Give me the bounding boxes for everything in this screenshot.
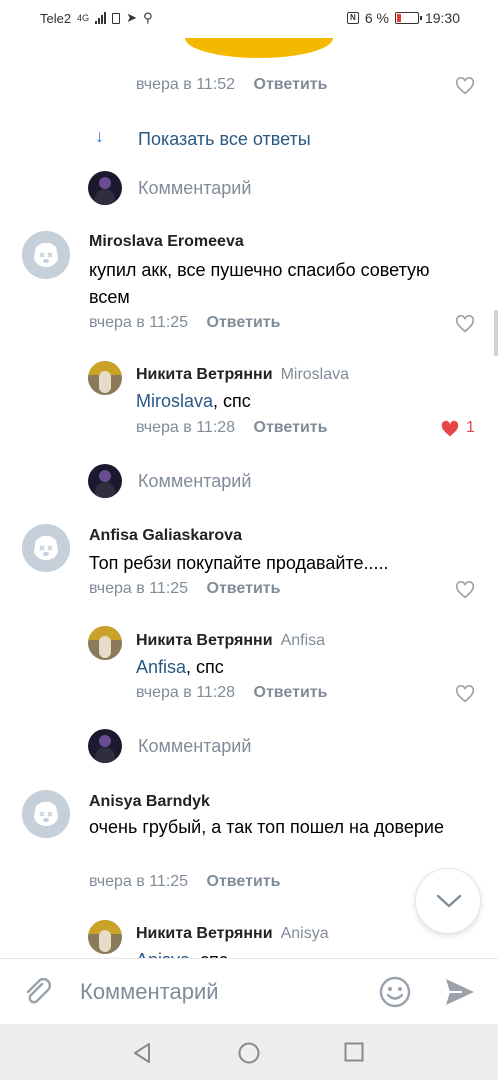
like-icon[interactable] — [455, 581, 475, 599]
comment-prompt[interactable]: Комментарий — [138, 471, 251, 492]
status-left: Tele2 4G ➤ ⚲ — [40, 10, 153, 26]
attach-icon[interactable] — [22, 976, 54, 1013]
search-icon: ⚲ — [143, 10, 153, 25]
avatar[interactable] — [22, 790, 70, 838]
reply-button[interactable]: Ответить — [254, 684, 328, 701]
scrollbar[interactable] — [494, 310, 498, 356]
scroll-down-button[interactable] — [415, 868, 481, 934]
battery-icon — [394, 12, 422, 24]
reply-author[interactable]: Никита Ветрянни — [136, 632, 273, 649]
emoji-icon[interactable] — [378, 975, 412, 1014]
comment-text: Топ ребзи покупайте продавайте..... — [89, 553, 389, 573]
avatar — [88, 729, 122, 763]
comment-meta: вчера в 11:25 Ответить — [89, 580, 280, 598]
reply-author[interactable]: Никита Ветрянни — [136, 925, 273, 942]
reply-author-line: Никита Ветрянни Miroslava — [136, 366, 349, 384]
comment-meta: вчера в 11:25 Ответить — [89, 873, 280, 891]
mention-link[interactable]: Anfisa — [136, 657, 186, 677]
avatar[interactable] — [88, 361, 122, 395]
reply-button[interactable]: Ответить — [207, 580, 281, 597]
reply-text: Miroslava, спс — [136, 391, 251, 412]
comment-prompt[interactable]: Комментарий — [138, 736, 251, 757]
reply-text: Anfisa, спс — [136, 657, 224, 678]
battery-percent: 6 % — [364, 10, 389, 26]
comment-prompt[interactable]: Комментарий — [138, 178, 251, 199]
reply-button[interactable]: Ответить — [254, 76, 328, 93]
status-right: N 6 % 19:30 — [346, 10, 460, 26]
mention-link[interactable]: Miroslava — [136, 391, 213, 411]
show-all-replies-link[interactable]: Показать все ответы — [138, 129, 311, 150]
reply-recipient: Miroslava — [280, 366, 350, 383]
avatar — [88, 171, 122, 205]
comment-composer — [0, 958, 498, 1024]
nfc-icon: N — [346, 12, 359, 24]
comment-meta: вчера в 11:52 Ответить — [136, 76, 327, 94]
comment-author[interactable]: Anisya Barndyk — [89, 793, 210, 811]
comment-text: очень грубый, а так топ пошел на доверие — [89, 817, 444, 837]
comment-time: вчера в 11:25 — [89, 873, 189, 890]
like-icon[interactable] — [455, 685, 475, 703]
avatar[interactable] — [88, 626, 122, 660]
comment-input[interactable] — [80, 975, 360, 1009]
like-icon[interactable] — [455, 315, 475, 333]
like-count: 1 — [466, 419, 475, 436]
liked-heart-icon[interactable] — [440, 420, 460, 438]
reply-text: Anisya, спс — [136, 950, 228, 958]
reply-recipient: Anisya — [280, 925, 329, 942]
back-icon[interactable] — [132, 1042, 152, 1069]
reply-body: , спс — [190, 950, 228, 958]
clock: 19:30 — [424, 10, 460, 26]
comment-meta: вчера в 11:28 Ответить — [136, 684, 327, 702]
comment-author[interactable]: Anfisa Galiaskarova — [89, 527, 242, 545]
reply-author-line: Никита Ветрянни Anfisa — [136, 632, 325, 650]
system-nav-bar — [0, 1024, 498, 1080]
signal-icon — [95, 12, 107, 24]
reply-author-line: Никита Ветрянни Anisya — [136, 925, 329, 943]
home-icon[interactable] — [238, 1042, 260, 1069]
send-icon[interactable] — [444, 977, 476, 1012]
comment-meta: вчера в 11:25 Ответить — [89, 314, 280, 332]
comment-time: вчера в 11:25 — [89, 580, 189, 597]
sim-icon — [112, 12, 121, 24]
reply-button[interactable]: Ответить — [207, 873, 281, 890]
network-type-label: 4G — [77, 12, 90, 23]
avatar[interactable] — [88, 920, 122, 954]
comment-time: вчера в 11:52 — [136, 76, 236, 93]
avatar[interactable] — [22, 231, 70, 279]
comment-time: вчера в 11:25 — [89, 314, 189, 331]
carrier-label: Tele2 — [40, 10, 72, 26]
reply-button[interactable]: Ответить — [207, 314, 281, 331]
comment-time: вчера в 11:28 — [136, 419, 236, 436]
mention-link[interactable]: Anisya — [136, 950, 190, 958]
status-bar: Tele2 4G ➤ ⚲ N 6 % 19:30 — [0, 0, 498, 38]
reply-body: , спс — [213, 391, 251, 411]
reply-author[interactable]: Никита Ветрянни — [136, 366, 273, 383]
arrow-down-icon: ↓ — [95, 126, 104, 146]
avatar — [88, 464, 122, 498]
telegram-icon: ➤ — [126, 10, 137, 25]
comment-time: вчера в 11:28 — [136, 684, 236, 701]
post-image-fragment — [185, 38, 333, 58]
chevron-down-icon — [436, 894, 462, 908]
comment-author[interactable]: Miroslava Eromeeva — [89, 233, 244, 251]
reply-body: , спс — [186, 657, 224, 677]
like-icon[interactable] — [455, 77, 475, 95]
comment-text: купил акк, все пушечно спасибо советую в… — [89, 260, 430, 307]
recents-icon[interactable] — [344, 1042, 364, 1067]
comments-feed[interactable]: вчера в 11:52 Ответить ↓ Показать все от… — [0, 38, 498, 958]
avatar[interactable] — [22, 524, 70, 572]
reply-button[interactable]: Ответить — [254, 419, 328, 436]
reply-recipient: Anfisa — [280, 632, 326, 649]
comment-meta: вчера в 11:28 Ответить — [136, 419, 327, 437]
